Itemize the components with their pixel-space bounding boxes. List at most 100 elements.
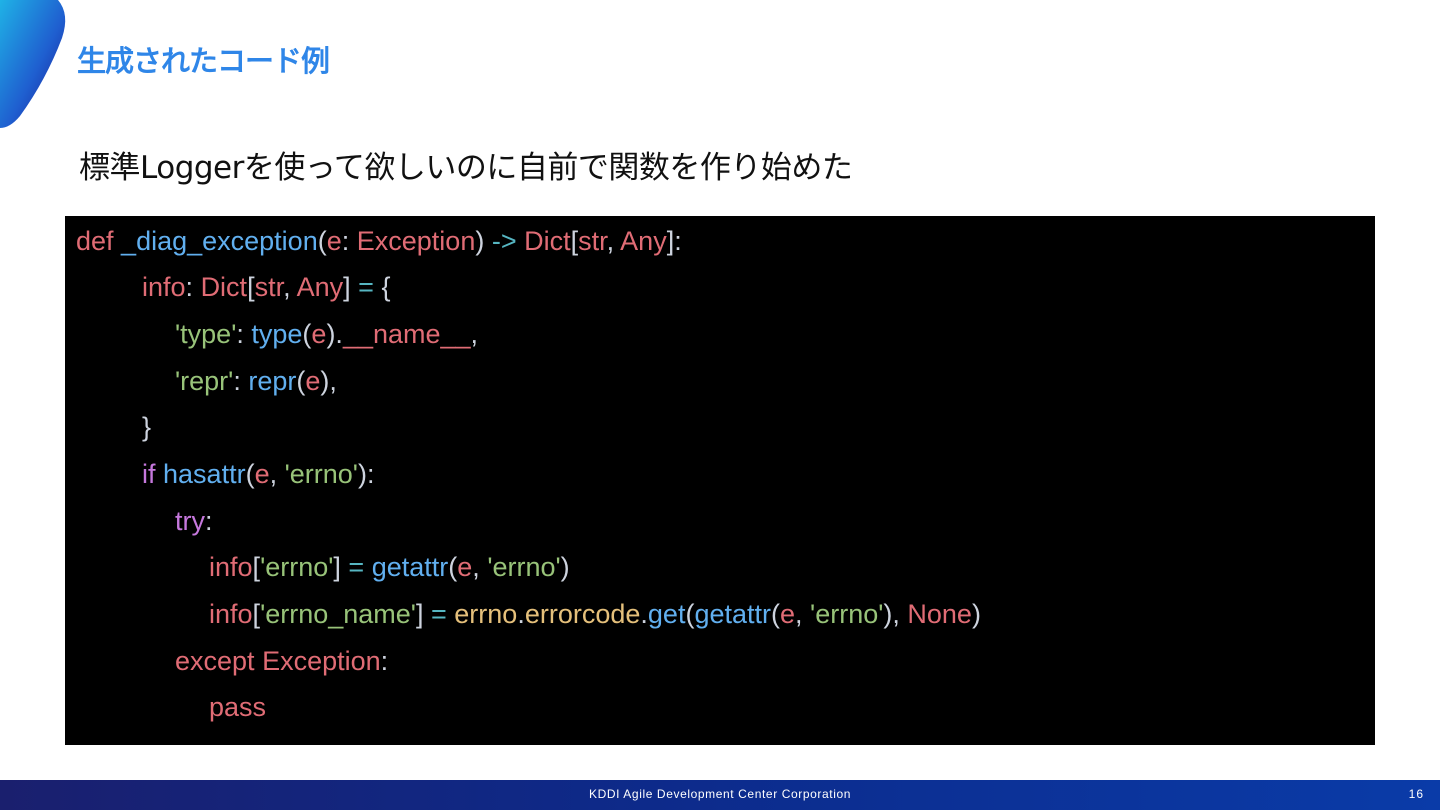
code-token: 'repr' <box>175 366 234 396</box>
code-token: ] <box>343 272 359 302</box>
code-token: errno <box>454 599 518 629</box>
code-token: e <box>311 319 327 349</box>
code-token: 'type' <box>175 319 237 349</box>
code-token: ( <box>771 599 780 629</box>
code-token: : <box>236 319 252 349</box>
code-line: info['errno'] = getattr(e, 'errno') <box>209 547 570 587</box>
code-line: if hasattr(e, 'errno'): <box>142 454 374 494</box>
code-block: def _diag_exception(e: Exception) -> Dic… <box>65 216 1375 745</box>
code-token: ) <box>560 552 570 582</box>
code-token: } <box>142 412 152 442</box>
code-token: pass <box>209 692 267 722</box>
code-line: 'type': type(e).__name__, <box>175 314 478 354</box>
code-token: ), <box>883 599 908 629</box>
code-token: . <box>640 599 648 629</box>
slide-title: 生成されたコード例 <box>77 44 330 78</box>
code-token: str <box>254 272 284 302</box>
code-token: ) <box>475 226 492 256</box>
code-line: info: Dict[str, Any] = { <box>142 267 390 307</box>
code-token: def <box>76 226 122 256</box>
code-token: ). <box>326 319 343 349</box>
code-token: e <box>326 226 342 256</box>
code-token: getattr <box>371 552 449 582</box>
code-token: hasattr <box>163 459 246 489</box>
code-token: getattr <box>694 599 771 629</box>
code-token: except <box>175 646 263 676</box>
code-token: : <box>341 226 357 256</box>
code-token: repr <box>248 366 297 396</box>
code-token: = <box>348 552 365 582</box>
code-token: ( <box>296 366 306 396</box>
code-token: , <box>470 319 479 349</box>
code-token: 'errno' <box>284 459 358 489</box>
code-token: e <box>254 459 270 489</box>
code-token: None <box>907 599 972 629</box>
code-token: get <box>647 599 686 629</box>
code-token: : <box>380 646 389 676</box>
code-line: try: <box>175 501 213 541</box>
code-token: , <box>795 599 811 629</box>
code-token: info <box>209 599 253 629</box>
code-line: def _diag_exception(e: Exception) -> Dic… <box>76 221 682 261</box>
code-token: __name__ <box>342 319 471 349</box>
code-token: [ <box>247 272 255 302</box>
code-token: Any <box>620 226 667 256</box>
code-token: , <box>606 226 621 256</box>
code-token: ): <box>357 459 375 489</box>
code-token: str <box>578 226 607 256</box>
code-token: Dict <box>200 272 248 302</box>
code-token: info <box>142 272 186 302</box>
code-token: [ <box>570 226 579 256</box>
code-token: e <box>305 366 321 396</box>
code-token: ) <box>971 599 981 629</box>
code-token: ( <box>317 226 327 256</box>
code-token: : <box>233 366 249 396</box>
code-token: 'errno' <box>487 552 561 582</box>
code-token: ] <box>415 599 431 629</box>
code-token: errorcode <box>524 599 641 629</box>
corner-decoration <box>0 0 66 128</box>
code-line: } <box>142 407 151 447</box>
code-token: 'errno' <box>810 599 884 629</box>
code-token: type <box>251 319 303 349</box>
code-token: { <box>373 272 391 302</box>
code-token: ( <box>448 552 458 582</box>
code-token: 'errno_name' <box>260 599 416 629</box>
code-token: Exception <box>262 646 381 676</box>
code-token: e <box>780 599 796 629</box>
slide-subtitle: 標準Loggerを使って欲しいのに自前で関数を作り始めた <box>79 150 853 186</box>
code-token: try <box>175 506 205 536</box>
code-token: : <box>185 272 201 302</box>
code-token: e <box>457 552 473 582</box>
code-token: Exception <box>356 226 476 256</box>
code-token: = <box>358 272 374 302</box>
code-token: Any <box>296 272 344 302</box>
code-token: , <box>269 459 285 489</box>
code-line: 'repr': repr(e), <box>175 361 337 401</box>
code-token: : <box>205 506 213 536</box>
page-number: 16 <box>1408 787 1424 801</box>
code-token: Dict <box>524 226 571 256</box>
code-token: ]: <box>666 226 682 256</box>
code-token: _diag_exception <box>121 226 318 256</box>
code-token: , <box>472 552 488 582</box>
code-token: = <box>430 599 447 629</box>
code-token: [ <box>252 552 261 582</box>
footer-company-name: KDDI Agile Development Center Corporatio… <box>588 787 852 801</box>
footer-bar: KDDI Agile Development Center Corporatio… <box>0 780 1440 810</box>
code-token: [ <box>252 599 261 629</box>
code-token: info <box>209 552 253 582</box>
code-line: pass <box>209 687 266 727</box>
code-token: ( <box>245 459 255 489</box>
code-line: except Exception: <box>175 641 388 681</box>
code-token: ] <box>333 552 349 582</box>
code-token: ), <box>320 366 337 396</box>
code-line: info['errno_name'] = errno.errorcode.get… <box>209 594 981 634</box>
code-token: -> <box>491 226 517 256</box>
code-token: 'errno' <box>260 552 334 582</box>
code-token: if <box>142 459 164 489</box>
code-token: . <box>517 599 525 629</box>
code-token: , <box>283 272 297 302</box>
